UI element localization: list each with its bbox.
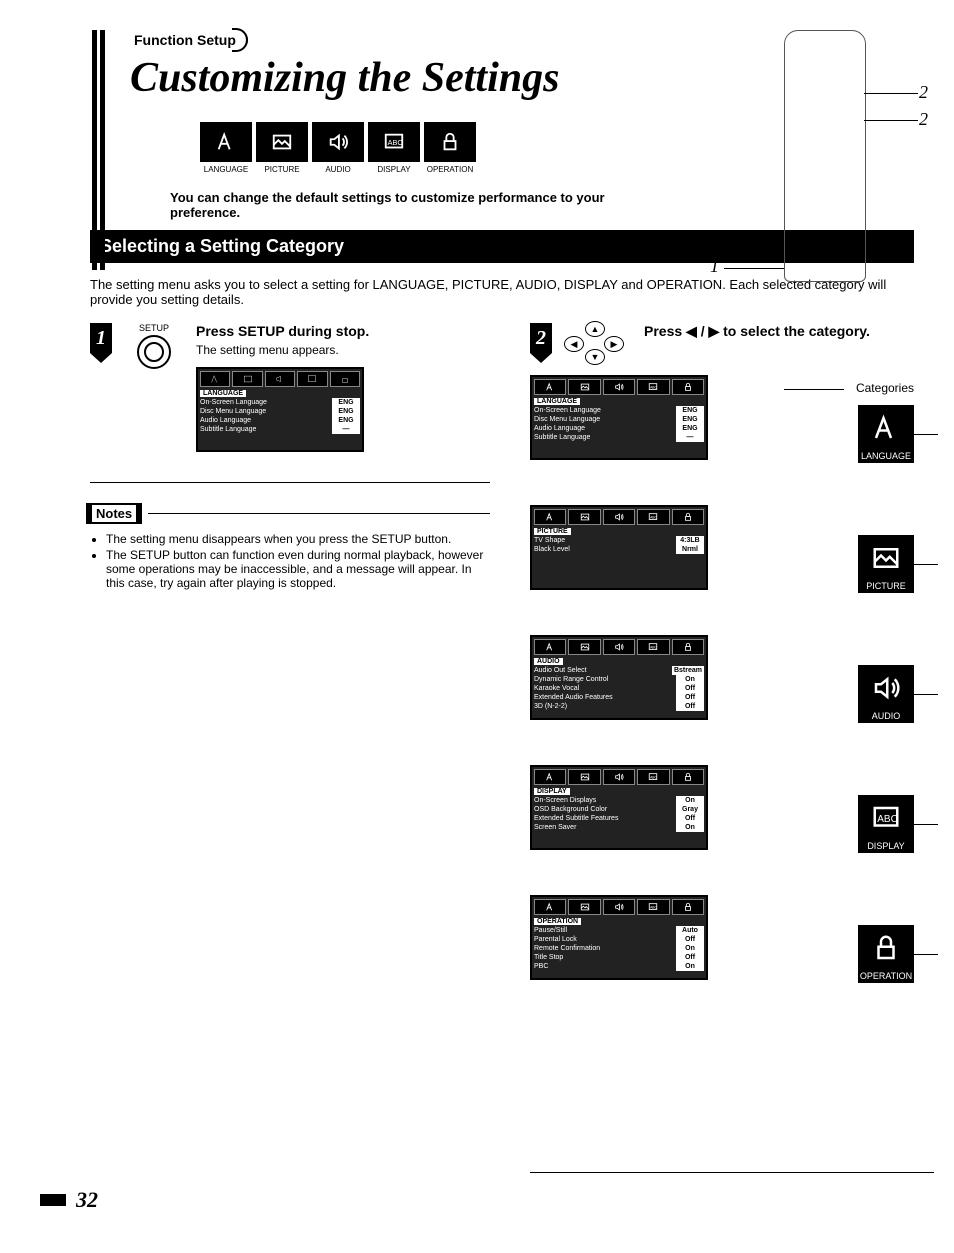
svg-text:ABC: ABC [651,515,658,519]
left-double-rule [92,30,106,270]
osd-row: Disc Menu LanguageENG [534,415,704,424]
category-icon-language: LANGUAGE [858,405,914,463]
osd-row: Audio Out SelectBstream [534,666,704,675]
remote-callout-1: 1 [710,256,719,277]
notes-list: The setting menu disappears when you pre… [90,532,490,590]
notes-label: Notes [90,503,138,524]
intro-text: You can change the default settings to c… [170,190,650,220]
step-1-badge: 1 [90,323,112,353]
bottom-rule [530,1172,934,1173]
osd-row: Audio LanguageENG [534,424,704,433]
osd-row: Title StopOff [534,953,704,962]
step-2-badge: 2 [530,323,552,353]
osd-row: OSD Background ColorGray [534,805,704,814]
osd-row: TV Shape4:3LB [534,536,704,545]
svg-text:ABC: ABC [651,905,658,909]
osd-row: Remote ConfirmationOn [534,944,704,953]
display-icon: ABC DISPLAY [368,122,420,162]
osd-row: Extended Audio FeaturesOff [534,693,704,702]
osd-row: Audio LanguageENG [200,416,360,425]
osd-row: Dynamic Range ControlOn [534,675,704,684]
audio-icon: AUDIO [312,122,364,162]
svg-text:ABC: ABC [651,775,658,779]
category-block: ABC OPERATION Pause/StillAutoParental Lock… [530,895,914,1015]
step-1-sub: The setting menu appears. [196,343,369,357]
step-2-title: Press ◀ / ▶ to select the category. [644,323,870,340]
osd-row: Karaoke VocalOff [534,684,704,693]
remote-callout-2b: 2 [919,109,928,130]
note-item: The setting menu disappears when you pre… [106,532,490,546]
section-tag: Function Setup [130,30,248,50]
osd-row: 3D (N-2-2)Off [534,702,704,711]
setup-button-icon [137,335,171,369]
osd-row: PBCOn [534,962,704,971]
picture-icon: PICTURE [256,122,308,162]
page-number: 32 [40,1187,98,1213]
svg-text:ABC: ABC [877,814,898,825]
category-icon-operation: OPERATION [858,925,914,983]
category-block: ABCPICTURETV Shape4:3LBBlack LevelNrml PI… [530,505,914,625]
category-block: ABCDISPLAY On-Screen DisplaysOnOSD Backgr… [530,765,914,885]
step-1-osd: LANGUAGE On-Screen LanguageENGDisc Menu … [196,367,364,452]
svg-text:ABC: ABC [651,645,658,649]
osd-row: Subtitle Language— [200,425,360,434]
category-osd: ABCAUDIOAudio Out SelectBstreamDynamic R… [530,635,708,720]
osd-row: On-Screen DisplaysOn [534,796,704,805]
osd-row: Disc Menu LanguageENG [200,407,360,416]
remote-illustration: 2 2 1 [724,30,924,290]
setup-button-label: SETUP [124,323,184,333]
svg-text:ABC: ABC [388,138,404,147]
category-osd: ABCOPERATIONPause/StillAutoParental Lock… [530,895,708,980]
category-osd: ABCDISPLAYOn-Screen DisplaysOnOSD Backgr… [530,765,708,850]
category-osd: ABCLANGUAGEOn-Screen LanguageENGDisc Men… [530,375,708,460]
osd-row: On-Screen LanguageENG [534,406,704,415]
category-icon-picture: PICTURE [858,535,914,593]
dpad-icon: ▲ ▼ ◀ ▶ [564,323,624,363]
step-1-title: Press SETUP during stop. [196,323,369,339]
category-icon-display: ABCDISPLAY [858,795,914,853]
osd-row: Subtitle Language— [534,433,704,442]
osd-row: Extended Subtitle FeaturesOff [534,814,704,823]
category-block: ABC AUDIO Audio Out SelectBstreamDynamic R… [530,635,914,755]
svg-text:ABC: ABC [651,385,658,389]
osd-row: Screen SaverOn [534,823,704,832]
category-osd: ABCPICTURETV Shape4:3LBBlack LevelNrml [530,505,708,590]
language-icon: LANGUAGE [200,122,252,162]
category-icon-audio: AUDIO [858,665,914,723]
osd-row: Pause/StillAuto [534,926,704,935]
category-block: ABC LANGUAGE On-Screen LanguageENGDisc Men… [530,375,914,495]
remote-callout-2a: 2 [919,82,928,103]
osd-row: On-Screen LanguageENG [200,398,360,407]
osd-row: Black LevelNrml [534,545,704,554]
osd-row: Parental LockOff [534,935,704,944]
operation-icon: OPERATION [424,122,476,162]
note-item: The SETUP button can function even durin… [106,548,490,590]
